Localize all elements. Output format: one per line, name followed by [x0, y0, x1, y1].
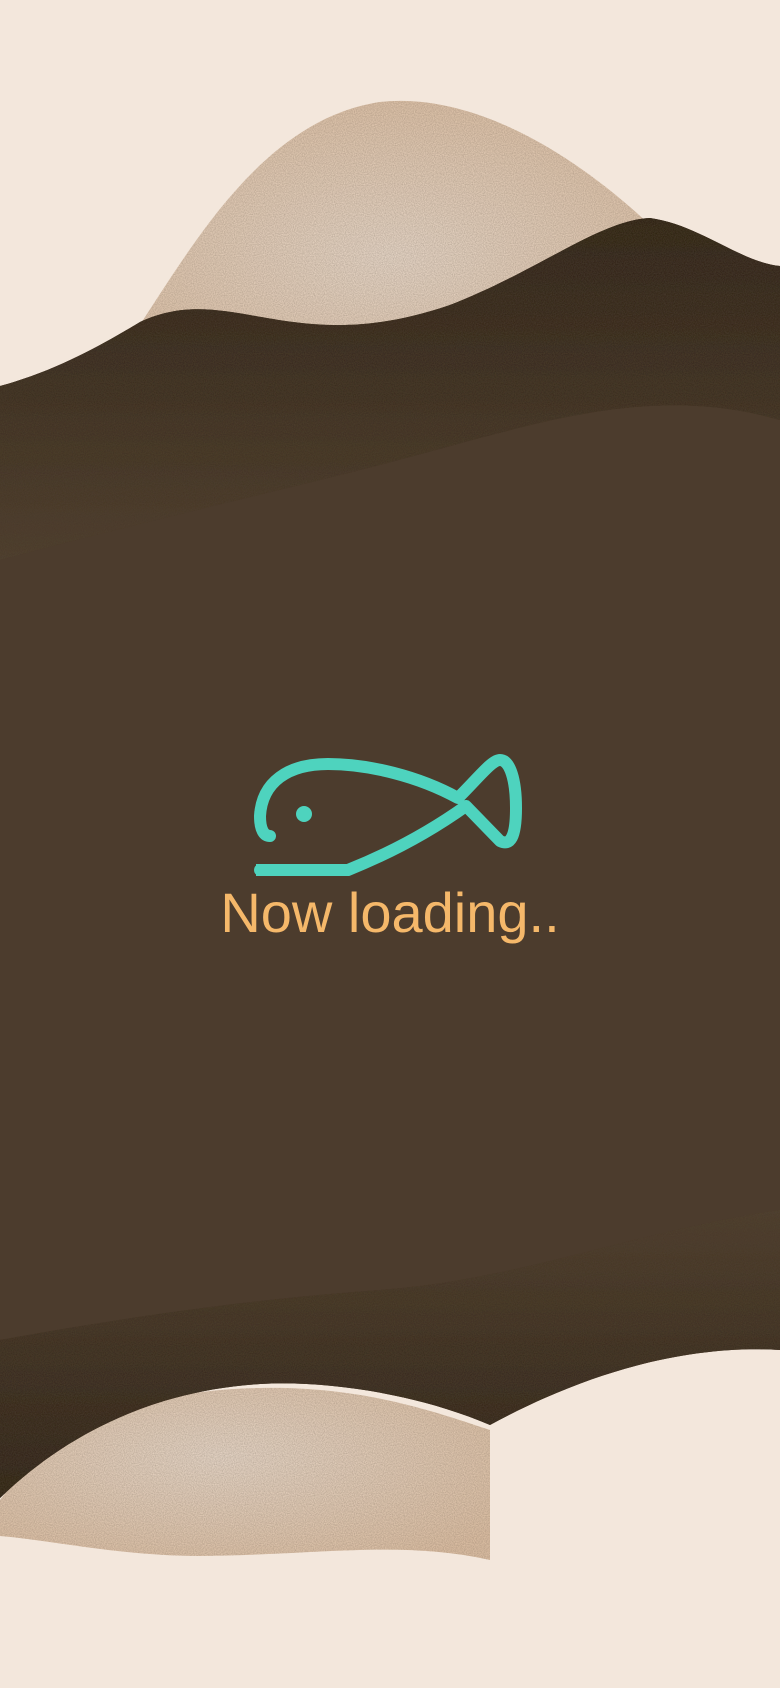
loading-text: Now loading.. — [220, 881, 560, 944]
fish-icon — [254, 754, 522, 876]
loading-indicator: Now loading.. — [0, 740, 780, 960]
loading-screen: Now loading.. — [0, 0, 780, 1688]
